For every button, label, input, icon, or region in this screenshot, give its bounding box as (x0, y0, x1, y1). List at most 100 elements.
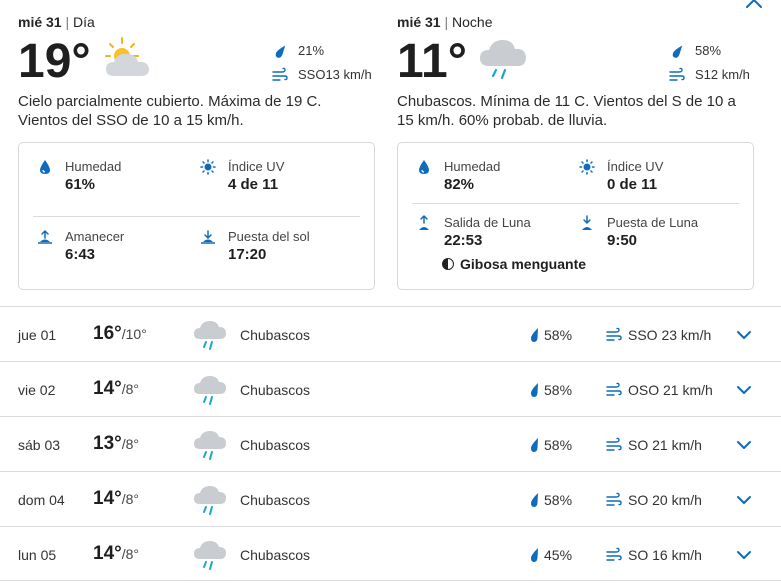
forecast-temps: 14°/8° (93, 378, 139, 400)
wind-icon (606, 437, 622, 451)
rain-showers-icon (194, 321, 226, 350)
moonset-value: 9:50 (607, 232, 638, 249)
rain-showers-icon (194, 486, 226, 515)
forecast-row[interactable]: jue 01 16°/10° Chubascos 58% SSO 23 km/h (0, 306, 781, 361)
moonrise-value: 22:53 (444, 232, 483, 249)
day-header: mié 31 | Día (18, 14, 95, 30)
night-header: mié 31 | Noche (397, 14, 492, 30)
night-humidity-label: Humedad (444, 159, 501, 174)
humidity-value: 61% (65, 176, 96, 193)
sunset-icon (201, 230, 215, 244)
sunset-value: 17:20 (228, 246, 267, 263)
moon-phase-label: Gibosa menguante (460, 256, 587, 272)
night-humidity-value: 82% (444, 176, 475, 193)
card-divider (412, 203, 739, 204)
forecast-condition: Chubascos (240, 327, 311, 343)
sunset-label: Puesta del sol (228, 229, 310, 244)
day-precip-value: 21% (298, 43, 325, 58)
night-description: Chubascos. Mínima de 11 C. Vientos del S… (397, 93, 736, 129)
forecast-high: 14° (93, 543, 122, 564)
card-divider (33, 216, 360, 217)
forecast-condition: Chubascos (240, 437, 311, 453)
chevron-down-icon[interactable] (736, 329, 752, 341)
wind-icon (606, 547, 622, 561)
forecast-condition: Chubascos (240, 547, 311, 563)
forecast-wind: OSO 21 km/h (628, 382, 713, 398)
day-details-card: Humedad 61% Índice UV 4 de 11 Amanecer 6… (18, 142, 375, 290)
uv-value: 4 de 11 (228, 176, 279, 193)
moonset-label: Puesta de Luna (607, 215, 699, 230)
rain-showers-icon (194, 431, 226, 460)
day-date: mié 31 (18, 14, 62, 30)
uv-label: Índice UV (228, 159, 285, 174)
rain-drop-icon (531, 328, 538, 342)
moonrise-icon (419, 215, 429, 230)
forecast-condition: Chubascos (240, 382, 311, 398)
forecast-row[interactable]: dom 04 14°/8° Chubascos 58% SO 20 km/h (0, 471, 781, 526)
sunrise-icon (38, 229, 52, 244)
partly-cloudy-icon (105, 37, 149, 76)
night-period: Noche (452, 14, 493, 30)
rain-drop-icon (531, 493, 538, 507)
night-precip-value: 58% (695, 43, 722, 58)
forecast-date: dom 04 (18, 492, 65, 508)
sunrise-label: Amanecer (65, 229, 125, 244)
night-uv-label: Índice UV (607, 159, 664, 174)
rain-drop-icon (531, 548, 538, 562)
collapse-chevron-up-icon[interactable] (742, 0, 766, 12)
chevron-down-icon[interactable] (736, 494, 752, 506)
forecast-condition: Chubascos (240, 492, 311, 508)
forecast-temps: 14°/8° (93, 488, 139, 510)
night-details-card: Humedad 82% Índice UV 0 de 11 Salida de … (397, 142, 754, 290)
day-wind-value: SSO13 km/h (298, 67, 372, 82)
moon-phase-icon (442, 258, 454, 270)
wind-icon (606, 327, 622, 341)
forecast-low: /8° (121, 381, 140, 397)
uv-sun-icon (579, 159, 595, 175)
forecast-temps: 13°/8° (93, 433, 139, 455)
forecast-wind: SO 21 km/h (628, 437, 702, 453)
forecast-temps: 16°/10° (93, 323, 147, 345)
forecast-low: /10° (121, 326, 147, 342)
forecast-precip: 58% (544, 437, 573, 453)
day-separator: | (65, 14, 70, 30)
moonrise-label: Salida de Luna (444, 215, 531, 230)
forecast-high: 14° (93, 488, 122, 509)
forecast-row[interactable]: vie 02 14°/8° Chubascos 58% OSO 21 km/h (0, 361, 781, 416)
night-temperature: 11° (397, 35, 467, 88)
night-date: mié 31 (397, 14, 441, 30)
chevron-down-icon[interactable] (736, 439, 752, 451)
chevron-down-icon[interactable] (736, 384, 752, 396)
forecast-row[interactable]: lun 05 14°/8° Chubascos 45% SO 16 km/h (0, 526, 781, 581)
forecast-date: lun 05 (18, 547, 57, 563)
moonset-icon (582, 215, 592, 230)
rain-drop-icon (672, 45, 683, 58)
sunrise-value: 6:43 (65, 246, 96, 263)
forecast-precip: 58% (544, 382, 573, 398)
humidity-drop-icon (419, 160, 429, 174)
rain-drop-icon (531, 383, 538, 397)
day-temperature: 19° (18, 35, 91, 88)
forecast-precip: 45% (544, 547, 573, 563)
night-uv-value: 0 de 11 (607, 176, 658, 193)
forecast-high: 16° (93, 323, 122, 344)
humidity-drop-icon (40, 160, 50, 174)
forecast-row[interactable]: sáb 03 13°/8° Chubascos 58% SO 21 km/h (0, 416, 781, 471)
forecast-temps: 14°/8° (93, 543, 139, 565)
day-description: Cielo parcialmente cubierto. Máxima de 1… (18, 93, 322, 129)
wind-icon (272, 67, 288, 81)
forecast-low: /8° (121, 436, 140, 452)
forecast-low: /8° (121, 546, 140, 562)
forecast-wind: SO 16 km/h (628, 547, 702, 563)
forecast-date: jue 01 (18, 327, 57, 343)
day-period: Día (73, 14, 95, 30)
uv-sun-icon (200, 159, 216, 175)
moon-phase: Gibosa menguante (442, 256, 586, 272)
chevron-down-icon[interactable] (736, 549, 752, 561)
rain-showers-icon (480, 40, 526, 80)
wind-icon (669, 67, 685, 81)
wind-icon (606, 492, 622, 506)
humidity-label: Humedad (65, 159, 122, 174)
forecast-high: 14° (93, 378, 122, 399)
forecast-wind: SSO 23 km/h (628, 327, 712, 343)
